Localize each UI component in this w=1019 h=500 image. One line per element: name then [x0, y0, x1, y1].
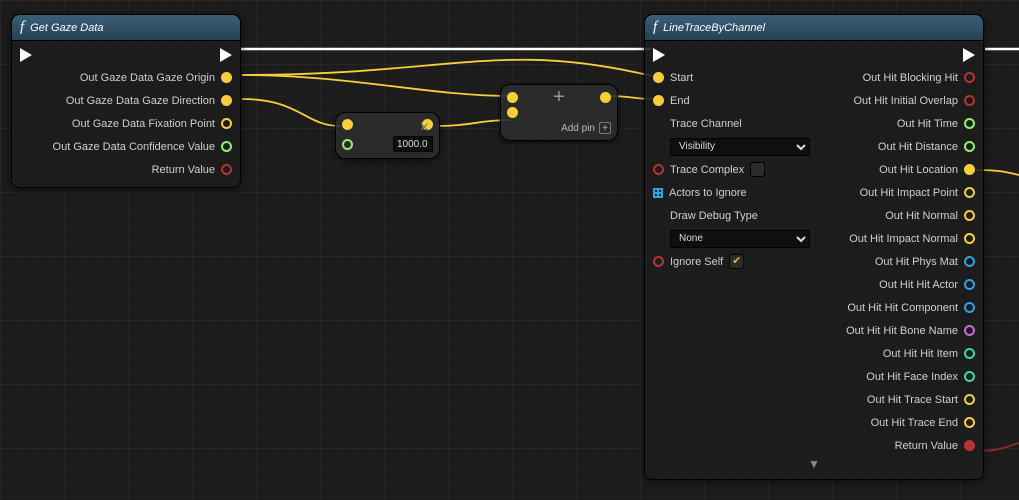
- output-label: Out Hit Impact Point: [860, 187, 958, 199]
- pin-end[interactable]: [653, 95, 664, 106]
- pin-normal[interactable]: [964, 210, 975, 221]
- output-label: Out Gaze Data Fixation Point: [72, 118, 215, 130]
- pin-confidence[interactable]: [221, 141, 232, 152]
- input-label: Trace Complex: [670, 164, 744, 176]
- input-label: Draw Debug Type: [670, 210, 758, 222]
- pin-fixation-point[interactable]: [221, 118, 232, 129]
- pin-start[interactable]: [653, 72, 664, 83]
- output-label: Out Hit Hit Component: [847, 302, 958, 314]
- node-title: Get Gaze Data: [30, 22, 103, 34]
- output-label: Out Hit Hit Actor: [879, 279, 958, 291]
- expand-node-chevron-icon[interactable]: ▼: [645, 457, 983, 473]
- pin-trace-start[interactable]: [964, 394, 975, 405]
- pin-hit-actor[interactable]: [964, 279, 975, 290]
- node-vector-multiply-float[interactable]: ×: [335, 112, 440, 159]
- add-pin-button[interactable]: Add pin +: [507, 122, 611, 134]
- pin-ignore-self[interactable]: [653, 256, 664, 267]
- pin-location[interactable]: [964, 164, 975, 175]
- pin-impact-point[interactable]: [964, 187, 975, 198]
- output-label: Out Hit Face Index: [866, 371, 958, 383]
- output-label: Return Value: [895, 440, 958, 452]
- output-label: Out Hit Location: [879, 164, 958, 176]
- draw-debug-select[interactable]: None: [670, 230, 810, 248]
- output-label: Out Hit Phys Mat: [875, 256, 958, 268]
- exec-out-pin[interactable]: [963, 48, 975, 62]
- output-label: Out Hit Distance: [878, 141, 958, 153]
- pin-add-b[interactable]: [507, 107, 518, 118]
- node-header[interactable]: f LineTraceByChannel: [645, 15, 983, 41]
- node-get-gaze-data[interactable]: f Get Gaze Data Out Gaze Data Gaze Origi…: [11, 14, 241, 188]
- pin-actors-to-ignore[interactable]: [653, 188, 663, 198]
- output-label: Out Hit Initial Overlap: [853, 95, 958, 107]
- float-input[interactable]: [393, 136, 433, 152]
- pin-blocking-hit[interactable]: [964, 72, 975, 83]
- input-label: End: [670, 95, 690, 107]
- pin-hit-component[interactable]: [964, 302, 975, 313]
- trace-channel-select[interactable]: Visibility: [670, 138, 810, 156]
- input-label: Trace Channel: [670, 118, 742, 130]
- pin-trace-complex[interactable]: [653, 164, 664, 175]
- node-vector-add[interactable]: + Add pin +: [500, 84, 618, 141]
- input-label: Actors to Ignore: [669, 187, 747, 199]
- pin-time[interactable]: [964, 118, 975, 129]
- output-label: Out Gaze Data Confidence Value: [53, 141, 215, 153]
- node-header[interactable]: f Get Gaze Data: [12, 15, 240, 41]
- pin-trace-end[interactable]: [964, 417, 975, 428]
- pin-multiply-a[interactable]: [342, 119, 353, 130]
- pin-return-value[interactable]: [221, 164, 232, 175]
- pin-gaze-direction[interactable]: [221, 95, 232, 106]
- pin-phys-mat[interactable]: [964, 256, 975, 267]
- pin-gaze-origin[interactable]: [221, 72, 232, 83]
- output-label: Out Hit Trace Start: [867, 394, 958, 406]
- pin-face-index[interactable]: [964, 371, 975, 382]
- output-label: Out Gaze Data Gaze Direction: [66, 95, 215, 107]
- output-label: Return Value: [152, 164, 215, 176]
- ignore-self-checkbox[interactable]: [729, 254, 744, 269]
- pin-multiply-b[interactable]: [342, 139, 353, 150]
- pin-return-value[interactable]: [964, 440, 975, 451]
- exec-out-pin[interactable]: [220, 48, 232, 62]
- output-label: Out Hit Hit Item: [883, 348, 958, 360]
- pin-initial-overlap[interactable]: [964, 95, 975, 106]
- input-label: Ignore Self: [670, 256, 723, 268]
- plus-icon: +: [553, 91, 565, 103]
- pin-add-result[interactable]: [600, 92, 611, 103]
- output-label: Out Hit Time: [897, 118, 958, 130]
- pin-hit-bone-name[interactable]: [964, 325, 975, 336]
- output-label: Out Hit Impact Normal: [849, 233, 958, 245]
- function-icon: f: [653, 19, 657, 36]
- exec-in-pin[interactable]: [20, 48, 32, 62]
- pin-add-a[interactable]: [507, 92, 518, 103]
- output-label: Out Hit Hit Bone Name: [846, 325, 958, 337]
- exec-in-pin[interactable]: [653, 48, 665, 62]
- plus-small-icon: +: [599, 122, 611, 134]
- node-title: LineTraceByChannel: [663, 22, 765, 34]
- input-label: Start: [670, 72, 693, 84]
- pin-hit-item[interactable]: [964, 348, 975, 359]
- node-line-trace-by-channel[interactable]: f LineTraceByChannel Start Out Hit Block…: [644, 14, 984, 480]
- output-label: Out Hit Blocking Hit: [863, 72, 958, 84]
- function-icon: f: [20, 19, 24, 36]
- output-label: Out Hit Normal: [885, 210, 958, 222]
- trace-complex-checkbox[interactable]: [750, 162, 765, 177]
- add-pin-label: Add pin: [561, 123, 595, 134]
- output-label: Out Hit Trace End: [871, 417, 958, 429]
- pin-impact-normal[interactable]: [964, 233, 975, 244]
- pin-distance[interactable]: [964, 141, 975, 152]
- multiply-icon: ×: [420, 119, 429, 137]
- output-label: Out Gaze Data Gaze Origin: [80, 72, 215, 84]
